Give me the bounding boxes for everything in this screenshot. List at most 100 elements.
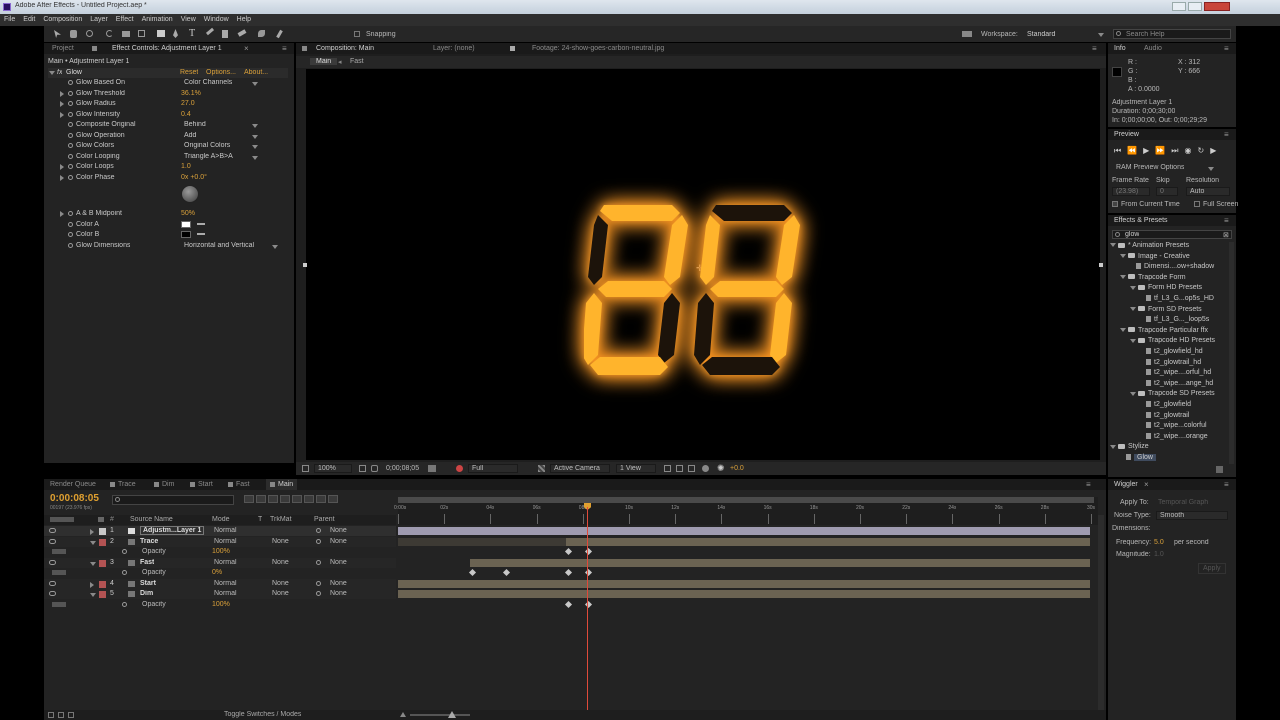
keyframe[interactable] <box>564 600 573 608</box>
timeline-tab-dim[interactable]: Dim <box>154 479 174 490</box>
video-eye-icon[interactable] <box>49 538 56 544</box>
stopwatch-icon[interactable] <box>68 122 73 127</box>
roto-brush-tool-icon[interactable] <box>258 30 265 37</box>
effects-panel-menu-icon[interactable]: ≡ <box>1224 216 1229 225</box>
frame-blending-icon[interactable] <box>292 495 302 503</box>
stopwatch-icon[interactable] <box>122 549 127 554</box>
comp-handle-right[interactable] <box>1099 263 1103 267</box>
rotate-tool-icon[interactable] <box>106 30 113 37</box>
stopwatch-icon[interactable] <box>122 570 127 575</box>
eraser-tool-icon[interactable] <box>237 29 247 37</box>
keyframe[interactable] <box>502 568 511 577</box>
layer-label-color[interactable] <box>99 580 106 588</box>
layer-row[interactable]: 4 Start Normal None None <box>44 578 396 589</box>
preset-folder[interactable]: Form SD Presets <box>1130 306 1202 316</box>
play-icon[interactable]: ▶ <box>1143 146 1149 156</box>
preset-item[interactable]: Dimensi....ow+shadow <box>1130 263 1214 273</box>
folder-expand-icon[interactable] <box>1120 274 1126 281</box>
expand-in-out-icon[interactable] <box>68 712 74 718</box>
hand-tool-icon[interactable] <box>70 30 77 38</box>
toggle-pixel-aspect-icon[interactable] <box>664 465 671 472</box>
zoom-out-icon[interactable] <box>400 712 406 717</box>
folder-expand-icon[interactable] <box>1110 443 1116 450</box>
tab-info[interactable]: Info <box>1114 43 1126 54</box>
reset-link[interactable]: Reset <box>180 69 198 76</box>
brush-tool-icon[interactable] <box>205 27 215 36</box>
keyframe-nav-icon[interactable] <box>52 570 66 575</box>
prop-expand-icon[interactable] <box>60 174 64 182</box>
layer-label-color[interactable] <box>99 559 106 567</box>
pen-tool-icon[interactable] <box>173 29 178 38</box>
layer-row[interactable]: 5 Dim Normal None None <box>44 589 396 599</box>
parent-pickwhip-icon[interactable] <box>316 559 321 565</box>
layer-row[interactable]: 2 Trace Normal None None <box>44 536 396 547</box>
layer-trkmat[interactable]: None <box>272 559 289 566</box>
tab-layer[interactable]: Layer: (none) <box>433 43 475 54</box>
prop-dropdown[interactable]: Add <box>184 132 260 139</box>
prop-dropdown[interactable]: Original Colors <box>184 142 260 149</box>
color-swatch-1[interactable] <box>181 220 191 228</box>
menu-file[interactable]: File <box>4 16 15 23</box>
layer-trkmat[interactable]: None <box>272 580 289 587</box>
timeline-tab-fast[interactable]: Fast <box>228 479 250 490</box>
layer-trkmat[interactable]: None <box>272 538 289 545</box>
layer-mode[interactable]: Normal <box>214 590 237 597</box>
preset-item[interactable]: Glow <box>1120 454 1156 464</box>
menu-edit[interactable]: Edit <box>23 16 35 23</box>
timeline-menu-icon[interactable]: ≡ <box>1086 480 1091 489</box>
tab-effect-controls[interactable]: Effect Controls: Adjustment Layer 1 <box>112 43 222 54</box>
time-ruler[interactable]: 0:00s 02s 04s 06s 08s 10s 12s 14s 16s 18s 20s 22s 24… <box>394 497 1098 525</box>
keyframe[interactable] <box>468 568 477 577</box>
fast-previews-icon[interactable] <box>676 465 683 472</box>
menu-effect[interactable]: Effect <box>116 16 134 23</box>
layer-row[interactable]: 1 Adjustm...Layer 1 Normal None <box>44 526 396 536</box>
folder-expand-icon[interactable] <box>1130 306 1136 313</box>
preset-item[interactable]: t2_wipe...colorful <box>1140 422 1207 432</box>
comp-handle-left[interactable] <box>303 263 307 267</box>
prop-expand-icon[interactable] <box>60 111 64 119</box>
keyframe-nav-icon[interactable] <box>52 601 66 607</box>
tab-composition-main[interactable]: Composition: Main <box>316 43 374 54</box>
info-panel-menu-icon[interactable]: ≡ <box>1224 44 1229 53</box>
frame-rate-dropdown[interactable]: (23.98) <box>1112 187 1150 196</box>
comp-viewer[interactable]: ✛ <box>303 69 1103 460</box>
snapping-checkbox[interactable] <box>354 31 360 37</box>
property-value[interactable]: 100% <box>212 601 230 608</box>
prop-value[interactable]: 36.1% <box>181 90 201 97</box>
shy-layers-icon[interactable] <box>280 495 290 503</box>
stopwatch-icon[interactable] <box>68 242 73 248</box>
preset-item[interactable]: t2_glowfield_hd <box>1140 348 1203 358</box>
video-eye-icon[interactable] <box>49 528 56 533</box>
layer-duration-bar[interactable] <box>398 579 1090 588</box>
preset-folder[interactable]: * Animation Presets <box>1110 242 1189 252</box>
view-layout-dropdown[interactable]: 1 View <box>616 464 656 473</box>
stopwatch-icon[interactable] <box>68 153 73 159</box>
menu-composition[interactable]: Composition <box>43 16 82 23</box>
menu-window[interactable]: Window <box>204 16 229 23</box>
motion-blur-icon[interactable] <box>304 495 314 503</box>
timeline-tab-main[interactable]: Main <box>266 479 298 490</box>
layer-mode[interactable]: Normal <box>214 527 237 534</box>
live-update-icon[interactable] <box>256 495 266 503</box>
prop-dropdown[interactable]: Triangle A>B>A <box>184 153 260 160</box>
timeline-tab-start[interactable]: Start <box>190 479 213 490</box>
camera-dropdown[interactable]: Active Camera <box>550 464 610 473</box>
resolution-dropdown[interactable]: Full <box>468 464 518 473</box>
puppet-tool-icon[interactable] <box>276 29 283 39</box>
expand-layer-switches-icon[interactable] <box>48 712 54 718</box>
comp-nav-fast[interactable]: Fast <box>350 58 364 65</box>
prop-dropdown[interactable]: Behind <box>184 121 260 128</box>
prop-value[interactable]: 0.4 <box>181 111 191 118</box>
timeline-icon[interactable] <box>688 465 695 472</box>
layer-duration-bar[interactable] <box>398 527 1090 535</box>
exposure-value[interactable]: +0.0 <box>730 465 744 472</box>
preset-folder[interactable]: Trapcode HD Presets <box>1130 337 1215 347</box>
layer-mode[interactable]: Normal <box>214 580 237 587</box>
layer-name[interactable]: Start <box>140 580 156 587</box>
menu-animation[interactable]: Animation <box>142 16 173 23</box>
panel-menu-icon[interactable]: ≡ <box>282 44 287 53</box>
preset-folder[interactable]: Form HD Presets <box>1130 284 1202 294</box>
comp-nav-main[interactable]: Main <box>310 58 338 65</box>
prop-expand-icon[interactable] <box>60 211 64 218</box>
prop-dropdown[interactable]: Color Channels <box>184 79 260 86</box>
